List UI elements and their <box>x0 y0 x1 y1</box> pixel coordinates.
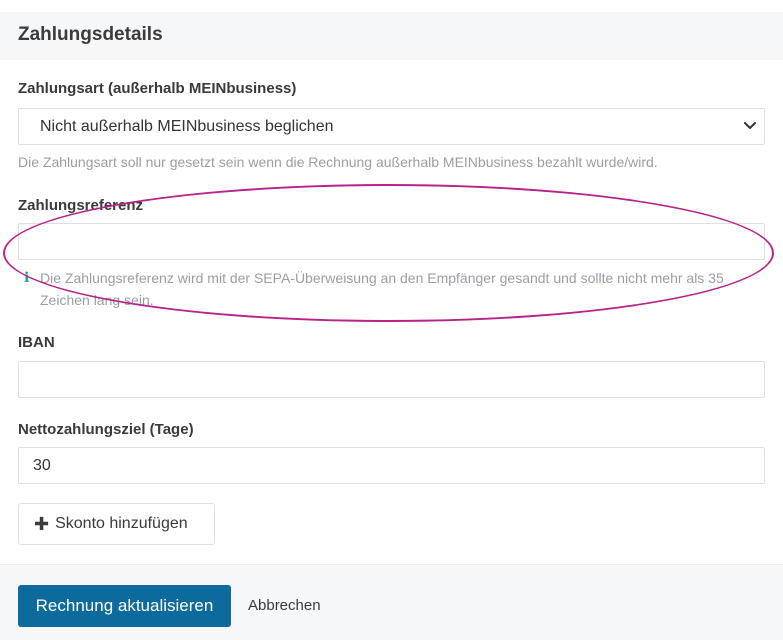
payment-reference-help: Die Zahlungsreferenz wird mit der SEPA-Ü… <box>40 267 760 311</box>
update-invoice-button[interactable]: Rechnung aktualisieren <box>18 585 231 627</box>
iban-label: IBAN <box>18 334 55 351</box>
payment-method-selected-value: Nicht außerhalb MEINbusiness beglichen <box>40 117 334 135</box>
plus-icon: ✚ <box>34 513 50 534</box>
top-strip <box>0 0 783 12</box>
iban-input[interactable] <box>18 361 765 398</box>
add-discount-label: Skonto hinzufügen <box>55 515 188 532</box>
footer: Rechnung aktualisieren Abbrechen <box>0 564 783 640</box>
cancel-link[interactable]: Abbrechen <box>248 597 321 614</box>
payment-method-help: Die Zahlungsart soll nur gesetzt sein we… <box>18 154 658 170</box>
payment-method-select[interactable]: Nicht außerhalb MEINbusiness beglichen <box>18 108 765 145</box>
payment-reference-label: Zahlungsreferenz <box>18 197 144 214</box>
payment-method-label: Zahlungsart (außerhalb MEINbusiness) <box>18 80 297 97</box>
payment-reference-input[interactable] <box>18 223 765 260</box>
panel-header: Zahlungsdetails <box>0 12 783 60</box>
net-terms-label: Nettozahlungsziel (Tage) <box>18 421 194 438</box>
panel-title: Zahlungsdetails <box>18 24 163 45</box>
chevron-down-icon <box>744 122 756 129</box>
net-terms-input[interactable] <box>18 447 765 484</box>
add-discount-button[interactable]: ✚ Skonto hinzufügen <box>18 503 215 545</box>
info-icon: i <box>24 270 30 286</box>
payment-reference-help-text: Die Zahlungsreferenz wird mit der SEPA-Ü… <box>40 270 724 308</box>
